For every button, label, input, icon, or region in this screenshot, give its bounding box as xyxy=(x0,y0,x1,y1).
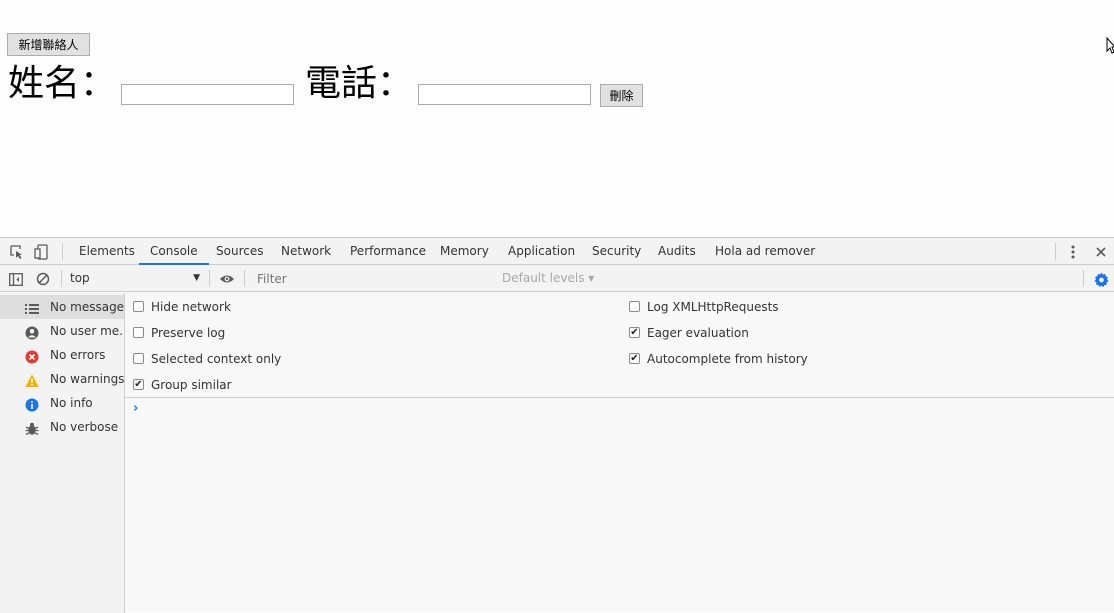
console-settings-pane: Hide network Preserve log Selected conte… xyxy=(125,293,1114,398)
tab-memory[interactable]: Memory xyxy=(429,238,500,265)
preserve-log-checkbox[interactable] xyxy=(133,327,144,338)
option-label: Log XMLHttpRequests xyxy=(647,300,779,314)
tab-security[interactable]: Security xyxy=(581,238,652,265)
toolbar-divider xyxy=(244,270,245,287)
log-levels-dropdown[interactable]: Default levels ▾ xyxy=(502,270,594,287)
sidebar-item-info[interactable]: No info xyxy=(0,391,124,415)
console-prompt-icon[interactable]: › xyxy=(133,401,138,416)
toolbar-divider xyxy=(61,270,62,287)
live-expression-eye-icon[interactable] xyxy=(218,270,236,288)
option-label: Eager evaluation xyxy=(647,326,749,340)
option-label: Hide network xyxy=(151,300,231,314)
toolbar-divider xyxy=(209,270,210,287)
error-icon xyxy=(25,348,39,364)
devtools-tabbar: Elements Console Sources Network Perform… xyxy=(0,238,1114,265)
console-toolbar: top ▼ Default levels ▾ xyxy=(0,265,1114,292)
tab-sources[interactable]: Sources xyxy=(205,238,274,265)
user-icon xyxy=(25,324,39,340)
name-input[interactable] xyxy=(121,84,294,105)
sidebar-item-warnings[interactable]: No warnings xyxy=(0,367,124,391)
tab-console[interactable]: Console xyxy=(139,238,209,265)
tab-performance[interactable]: Performance xyxy=(339,238,437,265)
selected-context-only-checkbox[interactable] xyxy=(133,353,144,364)
web-page: 新增聯絡人 姓名： 電話： 刪除 xyxy=(0,0,1114,237)
toolbar-divider xyxy=(1083,270,1084,287)
option-label: Preserve log xyxy=(151,326,226,340)
devtools-panel: Elements Console Sources Network Perform… xyxy=(0,237,1114,613)
mouse-cursor-icon xyxy=(1106,36,1114,59)
sidebar-item-label: No user me... xyxy=(50,324,124,338)
add-contact-button[interactable]: 新增聯絡人 xyxy=(7,33,90,56)
toolbar-divider xyxy=(1055,243,1056,260)
hide-network-checkbox[interactable] xyxy=(133,301,144,312)
log-xmlhttprequests-checkbox[interactable] xyxy=(629,301,640,312)
list-icon xyxy=(25,300,39,314)
tab-audits[interactable]: Audits xyxy=(647,238,707,265)
tab-hola-ad-remover[interactable]: Hola ad remover xyxy=(704,238,826,265)
info-icon xyxy=(25,396,39,412)
phone-label: 電話： xyxy=(305,63,414,104)
sidebar-item-label: No messages xyxy=(50,300,124,314)
toolbar-divider xyxy=(62,243,63,260)
close-devtools-icon[interactable] xyxy=(1092,243,1110,261)
sidebar-item-verbose[interactable]: No verbose xyxy=(0,415,124,439)
group-similar-checkbox[interactable]: ✔ xyxy=(133,379,144,390)
sidebar-item-label: No verbose xyxy=(50,420,119,434)
inspect-element-icon[interactable] xyxy=(8,243,26,261)
autocomplete-from-history-checkbox[interactable]: ✔ xyxy=(629,353,640,364)
device-toolbar-icon[interactable] xyxy=(32,243,50,261)
bug-icon xyxy=(25,420,39,436)
toggle-sidebar-icon[interactable] xyxy=(7,270,25,288)
console-settings-gear-icon[interactable] xyxy=(1092,270,1110,288)
context-selector[interactable]: top ▼ xyxy=(70,270,204,287)
tab-application[interactable]: Application xyxy=(497,238,586,265)
name-label: 姓名： xyxy=(8,63,117,104)
clear-console-icon[interactable] xyxy=(34,270,52,288)
warning-icon xyxy=(25,372,39,387)
sidebar-item-user-messages[interactable]: No user me... xyxy=(0,319,124,343)
tab-elements[interactable]: Elements xyxy=(68,238,146,265)
option-label: Selected context only xyxy=(151,352,282,366)
filter-input[interactable] xyxy=(249,269,495,289)
sidebar-item-messages[interactable]: No messages xyxy=(0,295,124,319)
dropdown-arrow-icon: ▼ xyxy=(193,273,200,283)
sidebar-item-label: No info xyxy=(50,396,93,410)
option-label: Autocomplete from history xyxy=(647,352,808,366)
sidebar-item-label: No errors xyxy=(50,348,106,362)
phone-input[interactable] xyxy=(418,84,591,105)
option-label: Group similar xyxy=(151,378,232,392)
sidebar-item-label: No warnings xyxy=(50,372,124,386)
context-value: top xyxy=(70,271,90,285)
eager-evaluation-checkbox[interactable]: ✔ xyxy=(629,327,640,338)
delete-button[interactable]: 刪除 xyxy=(600,84,643,107)
console-sidebar: No messages No user me... No errors No w… xyxy=(0,293,125,613)
tab-network[interactable]: Network xyxy=(270,238,342,265)
more-options-icon[interactable] xyxy=(1064,243,1082,261)
sidebar-item-errors[interactable]: No errors xyxy=(0,343,124,367)
